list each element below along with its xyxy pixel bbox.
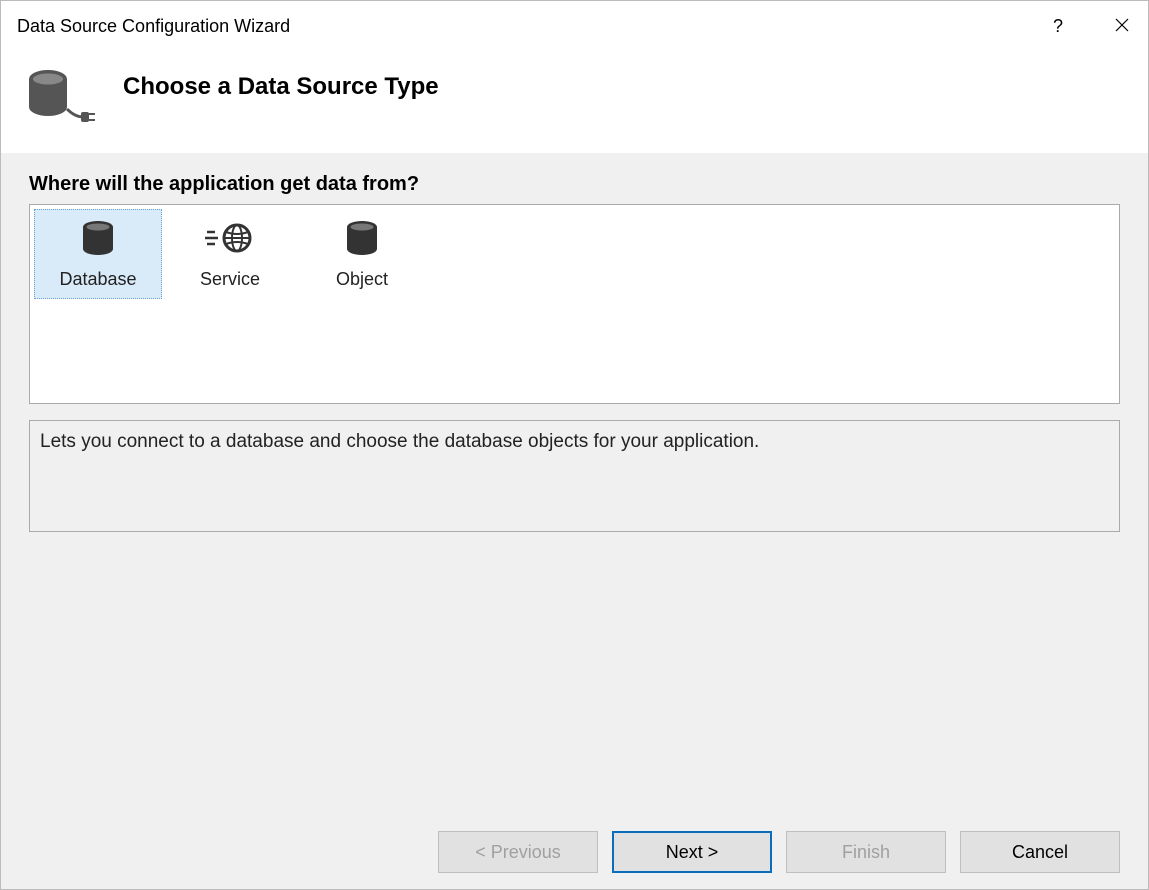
help-button[interactable]: ? [1048,6,1068,46]
wizard-content-area: Where will the application get data from… [1,153,1148,889]
wizard-header: Choose a Data Source Type [1,51,1148,153]
close-button[interactable] [1112,6,1132,46]
data-source-type-list: Database Service [29,204,1120,404]
next-button[interactable]: Next > [612,831,772,873]
option-database[interactable]: Database [34,209,162,299]
close-icon [1115,16,1129,37]
content-spacer [29,532,1120,821]
previous-button[interactable]: < Previous [438,831,598,873]
description-text: Lets you connect to a database and choos… [40,431,759,452]
service-icon [205,219,255,257]
window-title: Data Source Configuration Wizard [17,16,290,37]
option-object[interactable]: Object [298,209,426,299]
object-icon [345,219,379,257]
description-box: Lets you connect to a database and choos… [29,420,1120,532]
help-icon: ? [1053,16,1063,37]
option-label: Service [200,269,260,290]
question-label: Where will the application get data from… [29,173,1120,196]
finish-button[interactable]: Finish [786,831,946,873]
wizard-header-icon [25,65,97,129]
option-label: Object [336,269,388,290]
window-controls: ? [1048,6,1132,46]
wizard-button-row: < Previous Next > Finish Cancel [29,821,1120,873]
titlebar: Data Source Configuration Wizard ? [1,1,1148,51]
cancel-button[interactable]: Cancel [960,831,1120,873]
option-service[interactable]: Service [166,209,294,299]
wizard-page-title: Choose a Data Source Type [123,73,439,101]
option-label: Database [59,269,136,290]
database-icon [81,219,115,257]
database-plug-icon [25,65,97,129]
